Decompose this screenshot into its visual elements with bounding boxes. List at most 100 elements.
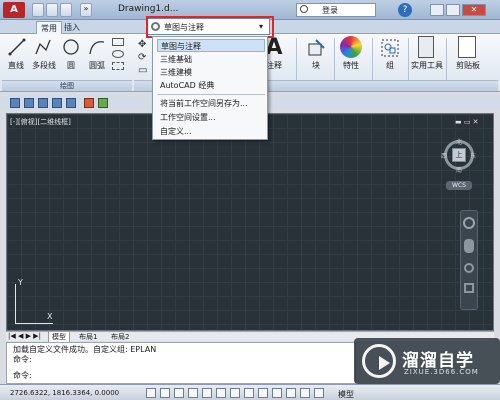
block-label[interactable]: 块 [304, 60, 328, 71]
tab-layout1[interactable]: 布局1 [76, 332, 100, 342]
polyline-icon[interactable] [34, 38, 52, 56]
utilities-label[interactable]: 实用工具 [410, 60, 444, 71]
command-history-line: 命令: [13, 355, 32, 364]
open-icon[interactable] [46, 3, 58, 17]
toolbar-icon[interactable] [38, 98, 48, 108]
highlight-box [146, 16, 274, 38]
viewcube-south[interactable]: 南 [456, 165, 462, 174]
menu-item-save-as[interactable]: 将当前工作空间另存为... [157, 97, 265, 110]
menu-item-customize[interactable]: 自定义... [157, 125, 265, 138]
ribbon-separator [334, 38, 335, 82]
ribbon-separator [372, 38, 373, 82]
search-icon[interactable] [300, 5, 308, 13]
command-input-line[interactable]: 命令: [13, 371, 349, 381]
ucs-x-label: X [47, 312, 53, 321]
block-icon[interactable] [306, 38, 326, 58]
login-label[interactable]: 登录 [322, 5, 338, 16]
osnap-icon[interactable] [202, 388, 212, 398]
command-window[interactable]: 加载自定义文件成功。自定义组: EPLAN 命令: 命令: [6, 342, 356, 384]
tab-nav-arrows[interactable]: |◀ ◀ ▶ ▶| [8, 332, 41, 340]
viewcube-west[interactable]: 西 [441, 151, 447, 160]
viewcube-top-face[interactable]: 上 [452, 148, 466, 162]
watermark: 溜溜自学 ZIXUE.3D66.COM [354, 338, 500, 384]
tab-layout2[interactable]: 布局2 [108, 332, 132, 342]
viewcube-north[interactable]: 北 [456, 137, 462, 146]
modify-tools[interactable]: ✥ ⟳ ▭ [138, 38, 150, 78]
otrack-icon[interactable] [216, 388, 226, 398]
lineweight-icon[interactable] [258, 388, 268, 398]
sc-icon[interactable] [300, 388, 310, 398]
am-icon[interactable] [314, 388, 324, 398]
ucs-y-axis [15, 284, 16, 324]
new-icon[interactable] [32, 3, 44, 17]
toolbar-icon[interactable] [24, 98, 34, 108]
ribbon-separator [296, 38, 297, 82]
document-title: Drawing1.d... [118, 4, 179, 14]
zoom-icon[interactable] [464, 263, 474, 273]
circle-label[interactable]: 圆 [62, 60, 80, 71]
watermark-url: ZIXUE.3D66.COM [404, 368, 479, 376]
pan-icon[interactable] [464, 239, 474, 253]
tab-home[interactable]: 常用 [36, 21, 62, 34]
circle-icon[interactable] [62, 38, 80, 56]
viewcube-east[interactable]: 东 [470, 151, 476, 160]
toolbar-icon[interactable] [10, 98, 20, 108]
line-icon[interactable] [8, 38, 26, 56]
maximize-button[interactable] [446, 4, 460, 16]
viewport-label[interactable]: [-][俯视][二维线框] [10, 117, 71, 127]
toolbar-icon[interactable] [98, 98, 108, 108]
menu-item-drafting[interactable]: 草图与注释 [157, 39, 265, 52]
polar-icon[interactable] [188, 388, 198, 398]
minimize-button[interactable] [430, 4, 444, 16]
menu-item-autocad-classic[interactable]: AutoCAD 经典 [157, 79, 265, 92]
help-icon[interactable]: ? [398, 3, 412, 17]
drawing-canvas[interactable]: [-][俯视][二维线框] ▬ ▭ ✕ Y X [6, 113, 494, 331]
more-icon[interactable]: » [80, 3, 92, 17]
draw-small-tools[interactable] [112, 38, 128, 78]
navigation-bar[interactable] [460, 210, 478, 310]
menu-item-3d-modeling[interactable]: 三维建模 [157, 66, 265, 79]
toolbar-icon[interactable] [84, 98, 94, 108]
ribbon-separator [408, 38, 409, 82]
right-group-bar [256, 80, 498, 91]
ribbon-separator [446, 38, 447, 82]
play-icon [379, 356, 390, 370]
arc-icon[interactable] [88, 38, 106, 56]
line-label[interactable]: 直线 [4, 60, 28, 71]
dyn-icon[interactable] [244, 388, 254, 398]
grid-icon[interactable] [160, 388, 170, 398]
status-bar: 2726.6322, 1816.3364, 0.0000 模型 [0, 384, 500, 400]
orbit-icon[interactable] [464, 283, 474, 293]
app-logo-icon[interactable]: A [3, 2, 25, 18]
steering-wheel-icon[interactable] [463, 217, 475, 229]
properties-icon[interactable] [340, 36, 362, 58]
save-icon[interactable] [60, 3, 72, 17]
clipboard-icon[interactable] [458, 36, 476, 58]
toolbar-icon[interactable] [52, 98, 62, 108]
utilities-icon[interactable] [418, 36, 434, 58]
group-icon[interactable] [380, 38, 400, 58]
menu-item-3d-basics[interactable]: 三维基础 [157, 53, 265, 66]
snap-icon[interactable] [146, 388, 156, 398]
wcs-badge[interactable]: WCS [446, 181, 472, 190]
draw-group-label[interactable]: 绘图 [2, 80, 132, 91]
toolbar-icon[interactable] [66, 98, 76, 108]
arc-label[interactable]: 圆弧 [84, 60, 110, 71]
qp-icon[interactable] [286, 388, 296, 398]
coordinate-readout[interactable]: 2726.6322, 1816.3364, 0.0000 [10, 389, 119, 397]
ducs-icon[interactable] [230, 388, 240, 398]
polyline-label[interactable]: 多段线 [28, 60, 60, 71]
ortho-icon[interactable] [174, 388, 184, 398]
workspace-menu: 草图与注释 三维基础 三维建模 AutoCAD 经典 将当前工作空间另存为...… [152, 36, 268, 140]
watermark-logo-icon [362, 344, 396, 378]
model-label[interactable]: 模型 [338, 389, 354, 400]
transparency-icon[interactable] [272, 388, 282, 398]
menu-item-settings[interactable]: 工作空间设置... [157, 111, 265, 124]
close-button[interactable]: ✕ [462, 4, 486, 16]
group-label[interactable]: 组 [378, 60, 402, 71]
viewport-controls[interactable]: ▬ ▭ ✕ [455, 118, 485, 126]
ucs-y-label: Y [18, 278, 23, 287]
properties-label[interactable]: 特性 [338, 60, 364, 71]
tab-insert[interactable]: 插入 [60, 21, 84, 34]
clipboard-label[interactable]: 剪贴板 [450, 60, 486, 71]
